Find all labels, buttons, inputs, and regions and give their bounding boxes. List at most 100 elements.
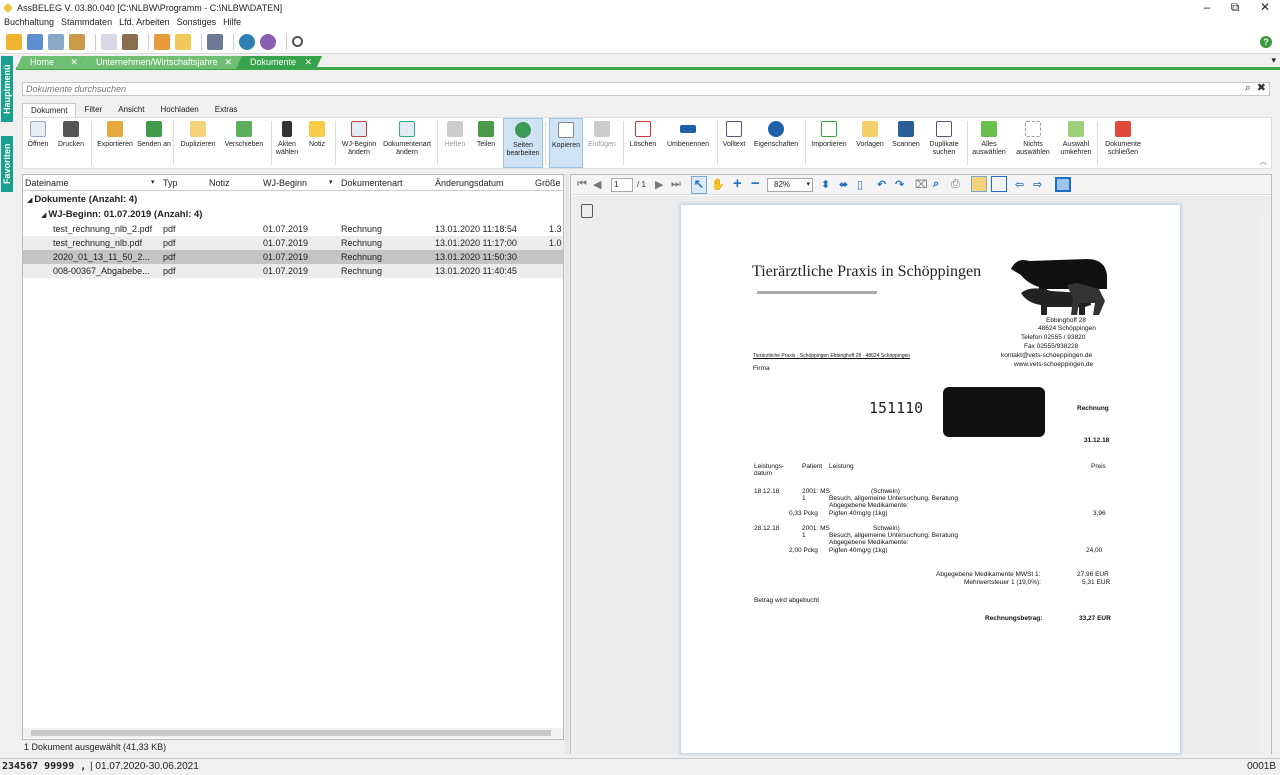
table-row[interactable]: 008-00367_Abgabebe... pdf 01.07.2019 Rec… (23, 264, 563, 278)
fit-width-icon[interactable]: ⬌ (839, 178, 848, 191)
search-icon[interactable] (292, 36, 303, 47)
menu-sonstiges[interactable]: Sonstiges (173, 16, 220, 30)
importieren-button[interactable]: Importieren (809, 121, 849, 149)
tab-overflow-chevron-icon[interactable]: ▾ (1271, 55, 1276, 66)
tab-home[interactable]: Home ✕ (16, 56, 88, 69)
clear-search-icon[interactable]: ✖ (1257, 82, 1266, 94)
menu-stammdaten[interactable]: Stammdaten (57, 16, 115, 30)
zoom-out-icon[interactable]: − (751, 175, 760, 192)
group-wj-beginn[interactable]: ◢ WJ-Beginn: 01.07.2019 (Anzahl: 4) (41, 209, 202, 220)
ribbon-tab-hochladen[interactable]: Hochladen (152, 103, 206, 117)
folder-export-icon[interactable] (154, 33, 170, 50)
oeffnen-button[interactable]: Öffnen (25, 121, 51, 149)
page-number-input[interactable]: 1 (611, 178, 633, 192)
vorlagen-button[interactable]: Vorlagen (853, 121, 887, 149)
select-cursor-icon[interactable]: ↖ (691, 176, 707, 194)
close-icon[interactable]: ✕ (70, 56, 78, 69)
document-search-input[interactable]: Dokumente durchsuchen ⌕ ✖ (22, 82, 1270, 96)
col-dateiname[interactable]: Dateiname (25, 178, 69, 188)
zoom-select[interactable]: 82% ▾ (767, 178, 813, 192)
print-icon[interactable]: ⎙ (951, 178, 960, 191)
tab-dokumente[interactable]: Dokumente ✕ (236, 56, 322, 69)
kopieren-button[interactable]: Kopieren (549, 118, 583, 168)
restore-button[interactable]: ⧉ (1220, 0, 1250, 16)
delete-page-icon[interactable]: ⌧ (915, 178, 928, 191)
forward-arrow-icon[interactable]: ⇨ (1033, 178, 1042, 191)
calculator-icon[interactable] (207, 33, 223, 50)
search-icon[interactable]: ⌕ (1245, 82, 1251, 94)
first-page-icon[interactable]: ⏮ (577, 178, 587, 191)
pane-splitter[interactable] (565, 174, 569, 754)
eigenschaften-button[interactable]: Eigenschaften (751, 121, 801, 149)
copy-icon[interactable] (101, 33, 117, 50)
annotation-icon[interactable] (971, 176, 987, 192)
ribbon-tab-filter[interactable]: Filter (76, 103, 110, 117)
scannen-button[interactable]: Scannen (889, 121, 923, 149)
einfuegen-button[interactable]: Einfügen (585, 121, 619, 149)
menu-lfd-arbeiten[interactable]: Lfd. Arbeiten (115, 16, 173, 30)
col-groesse[interactable]: Größe (535, 178, 561, 188)
teilen-button[interactable]: Teilen (473, 121, 499, 149)
col-dokumentenart[interactable]: Dokumentenart (341, 178, 403, 188)
dokumente-schliessen-button[interactable]: Dokumente schließen (1101, 121, 1145, 157)
close-icon[interactable]: ✕ (304, 56, 312, 69)
ribbon-tab-extras[interactable]: Extras (207, 103, 246, 117)
table-row[interactable]: test_rechnung_nlb.pdf pdf 01.07.2019 Rec… (23, 236, 563, 250)
loeschen-button[interactable]: Löschen (627, 121, 659, 149)
heften-button[interactable]: Heften (441, 121, 469, 149)
copy-page-icon[interactable] (581, 204, 593, 218)
ribbon-tab-ansicht[interactable]: Ansicht (110, 103, 152, 117)
vertical-scrollbar[interactable] (1261, 217, 1271, 775)
ribbon-collapse-chevron-icon[interactable]: ︿ (1259, 156, 1267, 167)
duplizieren-button[interactable]: Duplizieren (177, 121, 219, 149)
group-dokumente[interactable]: ◢ Dokumente (Anzahl: 4) (27, 194, 137, 205)
rotate-left-icon[interactable]: ↶ (877, 178, 886, 191)
hauptmenue-tab[interactable]: Hauptmenü (1, 56, 13, 122)
thumbnail-panel-icon[interactable] (991, 176, 1007, 192)
menu-hilfe[interactable]: Hilfe (219, 16, 244, 30)
favoriten-tab[interactable]: Favoriten (1, 136, 13, 192)
wj-beginn-aendern-button[interactable]: WJ-Beginn ändern (339, 121, 379, 157)
help-icon[interactable]: ? (1260, 36, 1272, 48)
table-row[interactable]: test_rechnung_nlb_2.pdf pdf 01.07.2019 R… (23, 222, 563, 236)
back-arrow-icon[interactable]: ⇦ (1015, 178, 1024, 191)
prev-page-icon[interactable]: ◀ (593, 178, 601, 191)
verschieben-button[interactable]: Verschieben (221, 121, 267, 149)
stamp-icon[interactable] (69, 33, 85, 50)
alles-auswaehlen-button[interactable]: Alles auswählen (971, 121, 1007, 157)
ribbon-tab-dokument[interactable]: Dokument (22, 103, 77, 117)
open-folder-icon[interactable] (6, 33, 22, 50)
scrollbar-thumb[interactable] (31, 730, 551, 736)
drucken-button[interactable]: Drucken (55, 121, 87, 149)
nichts-auswaehlen-button[interactable]: Nichts auswählen (1011, 121, 1055, 157)
volltext-button[interactable]: Volltext (721, 121, 747, 149)
notiz-button[interactable]: Notiz (303, 121, 331, 149)
hand-tool-icon[interactable]: ✋ (711, 178, 725, 191)
zoom-dropdown-icon[interactable]: ▾ (806, 179, 810, 191)
seiten-bearbeiten-button[interactable]: Seiten bearbeiten (503, 118, 543, 168)
col-wj-beginn[interactable]: WJ-Beginn (263, 178, 307, 188)
minimize-button[interactable]: – (1192, 0, 1222, 16)
tab-unternehmen[interactable]: Unternehmen/Wirtschaftsjahre ✕ (82, 56, 242, 69)
umbenennen-button[interactable]: Umbenennen (663, 121, 713, 149)
user-icon[interactable] (122, 33, 138, 50)
duplikate-suchen-button[interactable]: Duplikate suchen (925, 121, 963, 157)
col-notiz[interactable]: Notiz (209, 178, 230, 188)
folder-icon[interactable] (175, 33, 191, 50)
import-icon[interactable] (27, 33, 43, 50)
viewer-canvas[interactable]: Tierärztliche Praxis in Schöppingen Ebbi… (571, 196, 1271, 775)
sort-chevron-icon[interactable]: ▾ (151, 178, 155, 186)
document-icon[interactable] (48, 33, 64, 50)
col-typ[interactable]: Typ (163, 178, 178, 188)
network-icon[interactable] (260, 33, 276, 50)
senden-an-button[interactable]: Senden an (137, 121, 171, 149)
auswahl-umkehren-button[interactable]: Auswahl umkehren (1057, 121, 1095, 157)
col-aenderungsdatum[interactable]: Änderungsdatum (435, 178, 504, 188)
sort-chevron-icon[interactable]: ▾ (329, 178, 333, 186)
single-page-icon[interactable]: ▯ (857, 178, 863, 191)
next-page-icon[interactable]: ▶ (655, 178, 663, 191)
horizontal-scrollbar[interactable] (23, 728, 563, 738)
last-page-icon[interactable]: ⏭ (671, 178, 681, 191)
menu-buchhaltung[interactable]: Buchhaltung (0, 16, 57, 30)
magnifier-icon[interactable]: ⌕ (933, 178, 939, 191)
